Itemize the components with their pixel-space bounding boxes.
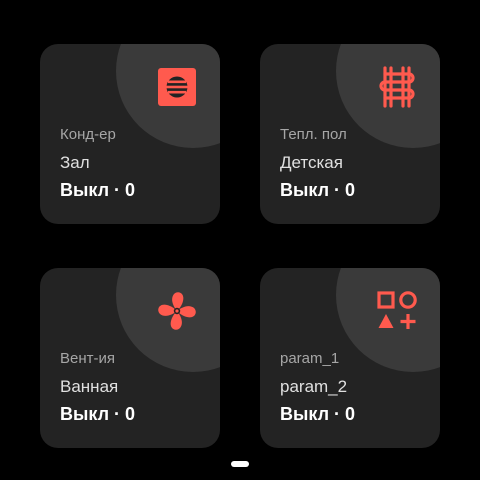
device-status: Выкл · 0 (60, 180, 136, 200)
device-status: Выкл · 0 (280, 180, 356, 200)
ac-unit-icon (156, 66, 198, 108)
device-category-label: param_1 (280, 350, 340, 367)
device-category-label: Вент-ия (60, 350, 115, 367)
device-category-label: Конд-ер (60, 126, 116, 143)
tile-ventilation[interactable]: Вент-ия Ванная Выкл · 0 (40, 268, 220, 448)
device-status: Выкл · 0 (280, 404, 356, 424)
device-category-label: Тепл. пол (280, 126, 347, 143)
floor-heating-icon (376, 66, 418, 108)
device-status: Выкл · 0 (60, 404, 136, 424)
tile-parameters[interactable]: param_1 param_2 Выкл · 0 (260, 268, 440, 448)
room-name-label: Ванная (60, 377, 119, 396)
room-name-label: Зал (60, 153, 90, 172)
screen: Конд-ер Зал Выкл · 0 Тепл. пол Детская В… (0, 0, 480, 480)
fan-icon (156, 290, 198, 332)
tile-air-conditioner[interactable]: Конд-ер Зал Выкл · 0 (40, 44, 220, 224)
page-indicator (231, 461, 249, 467)
shapes-icon (376, 290, 418, 332)
room-name-label: param_2 (280, 377, 348, 396)
room-name-label: Детская (280, 153, 343, 172)
tile-floor-heating[interactable]: Тепл. пол Детская Выкл · 0 (260, 44, 440, 224)
